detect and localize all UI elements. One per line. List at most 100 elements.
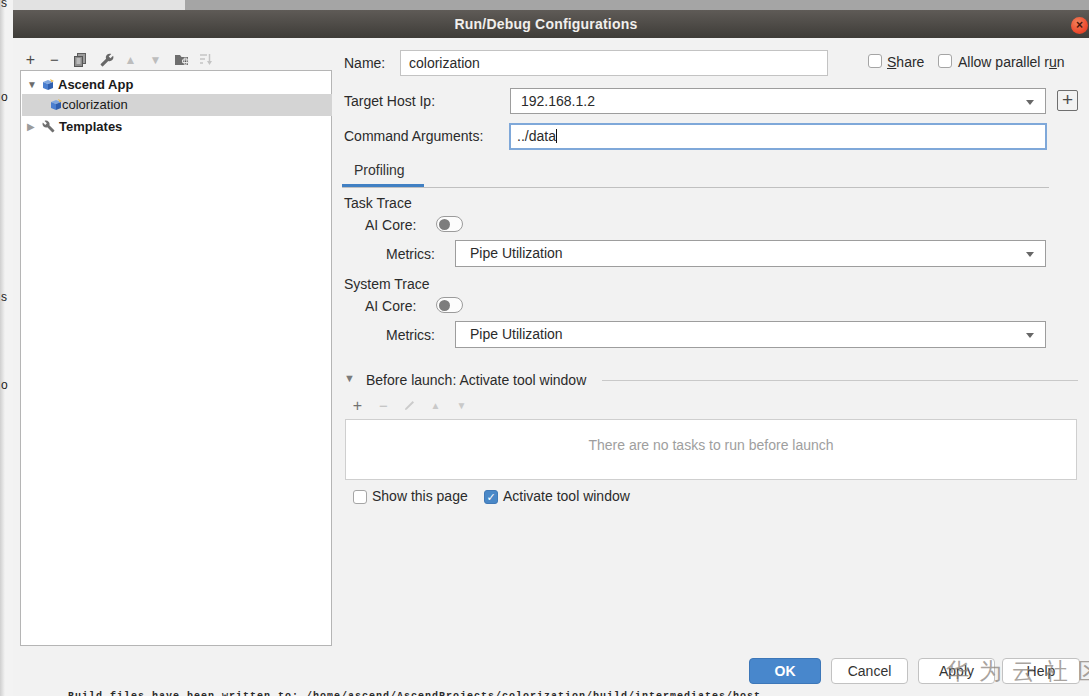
name-input[interactable]: colorization	[400, 50, 828, 76]
system-trace-title: System Trace	[344, 277, 430, 292]
system-trace-metrics-value: Pipe Utilization	[456, 322, 1045, 347]
toggle-knob	[439, 300, 450, 311]
screen: s o s o Run/Debug Configurations × + − ▲…	[0, 0, 1089, 696]
minus-icon: −	[379, 397, 388, 414]
before-launch-collapse-icon[interactable]: ▼	[344, 372, 355, 384]
pencil-icon	[403, 399, 416, 412]
folder-plus-icon	[174, 53, 190, 66]
arrow-up-icon: ▲	[125, 53, 137, 67]
tab-profiling[interactable]: Profiling	[354, 163, 405, 178]
dropdown-arrow-icon	[1026, 100, 1034, 105]
edit-defaults-button[interactable]	[100, 53, 114, 69]
share-checkbox[interactable]	[868, 54, 882, 68]
dialog-titlebar[interactable]: Run/Debug Configurations	[13, 10, 1089, 38]
task-trace-metrics-combobox[interactable]: Pipe Utilization	[455, 240, 1046, 267]
before-launch-edit-button[interactable]	[403, 399, 416, 415]
command-arguments-input[interactable]: ../data	[509, 123, 1047, 150]
task-trace-ai-core-toggle[interactable]	[436, 216, 463, 232]
dropdown-arrow-icon	[1026, 252, 1034, 257]
dropdown-arrow-icon	[1026, 333, 1034, 338]
app-icon	[49, 98, 62, 111]
allow-parallel-run-label: Allow parallel run	[958, 55, 1065, 70]
wrench-icon	[42, 120, 55, 133]
allow-parallel-run-checkbox[interactable]	[938, 54, 952, 68]
system-trace-ai-core-toggle[interactable]	[436, 297, 463, 313]
command-arguments-value: ../data	[511, 125, 1045, 148]
target-host-ip-combobox[interactable]: 192.168.1.2	[510, 88, 1046, 114]
before-launch-tasks-panel: There are no tasks to run before launch	[345, 419, 1077, 480]
task-trace-ai-core-label: AI Core:	[365, 218, 416, 233]
name-value: colorization	[401, 51, 827, 75]
allow-label-pre: Allow parallel r	[958, 54, 1049, 70]
activate-tool-window-checkbox[interactable]: ✓	[484, 490, 498, 504]
tree-item-label: colorization	[62, 94, 128, 116]
before-launch-remove-button[interactable]: −	[377, 398, 390, 414]
arrow-down-icon: ▼	[150, 53, 162, 67]
background-console-text: Build files have been written to: /home/…	[68, 691, 761, 696]
plus-icon: +	[353, 397, 362, 414]
background-top-strip-light	[13, 0, 185, 10]
tree-item-label: Ascend App	[58, 74, 133, 96]
share-label-accel: S	[887, 54, 896, 70]
share-label-rest: hare	[896, 54, 924, 70]
configurations-tree: ▼ Ascend App colorization ▶ Templates	[20, 70, 332, 646]
before-launch-move-up-button[interactable]: ▲	[429, 398, 442, 414]
copy-icon	[74, 53, 87, 67]
arrow-down-icon: ▼	[457, 400, 467, 411]
command-arguments-label: Command Arguments:	[344, 129, 483, 144]
chevron-down-icon[interactable]: ▼	[27, 74, 37, 96]
show-this-page-label: Show this page	[372, 489, 468, 504]
close-button[interactable]: ×	[1071, 17, 1088, 34]
system-trace-metrics-label: Metrics:	[386, 328, 435, 343]
watermark: 华为云社区	[946, 656, 1089, 687]
move-up-button[interactable]: ▲	[124, 52, 137, 68]
add-configuration-button[interactable]: +	[24, 52, 37, 68]
allow-label-post: n	[1057, 54, 1065, 70]
background-console-strip: Build files have been written to: /home/…	[13, 691, 1089, 696]
plus-icon: +	[26, 51, 35, 68]
system-trace-ai-core-label: AI Core:	[365, 299, 416, 314]
move-down-button[interactable]: ▼	[149, 52, 162, 68]
ok-button[interactable]: OK	[749, 658, 821, 684]
background-letter: s	[1, 290, 7, 304]
tree-item-colorization[interactable]: colorization	[22, 94, 332, 116]
sort-configurations-button[interactable]	[199, 53, 213, 69]
before-launch-divider	[602, 380, 1078, 381]
before-launch-add-button[interactable]: +	[351, 398, 364, 414]
background-letter: o	[1, 90, 8, 104]
toggle-knob	[439, 219, 450, 230]
wrench-icon	[100, 53, 114, 67]
target-host-ip-label: Target Host Ip:	[344, 94, 435, 109]
task-trace-title: Task Trace	[344, 196, 412, 211]
chevron-right-icon[interactable]: ▶	[27, 116, 35, 138]
cancel-button-label: Cancel	[848, 663, 892, 679]
tab-divider	[342, 187, 1049, 188]
before-launch-move-down-button[interactable]: ▼	[455, 398, 468, 414]
allow-label-accel: u	[1049, 54, 1057, 70]
minus-icon: −	[50, 51, 59, 68]
name-label: Name:	[344, 56, 385, 71]
ok-button-label: OK	[775, 663, 796, 679]
share-label: Share	[887, 55, 924, 70]
before-launch-header: Before launch: Activate tool window	[366, 373, 586, 388]
cancel-button[interactable]: Cancel	[831, 658, 908, 684]
show-this-page-checkbox[interactable]	[353, 490, 367, 504]
add-host-ip-button[interactable]: +	[1057, 90, 1078, 111]
tree-item-templates[interactable]: ▶ Templates	[22, 116, 332, 138]
background-top-strip-gray	[185, 0, 1089, 10]
app-icon	[41, 78, 54, 91]
create-folder-button[interactable]	[174, 53, 190, 69]
dialog-title: Run/Debug Configurations	[455, 16, 638, 32]
plus-icon: +	[1062, 89, 1073, 110]
system-trace-metrics-combobox[interactable]: Pipe Utilization	[455, 321, 1046, 348]
background-left-strip: s o s o	[0, 0, 13, 696]
target-host-ip-value: 192.168.1.2	[511, 89, 1045, 113]
text-caret	[556, 129, 557, 143]
background-letter: o	[1, 378, 8, 392]
tree-item-ascend-app[interactable]: ▼ Ascend App	[22, 74, 332, 96]
remove-configuration-button[interactable]: −	[48, 52, 61, 68]
before-launch-empty-text: There are no tasks to run before launch	[346, 437, 1076, 453]
close-icon: ×	[1076, 18, 1083, 32]
copy-configuration-button[interactable]	[74, 53, 87, 69]
check-icon: ✓	[486, 491, 495, 503]
